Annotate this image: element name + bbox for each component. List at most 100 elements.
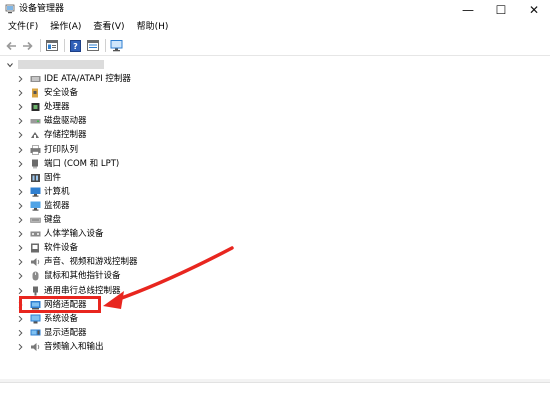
- keyboard-icon: [30, 217, 41, 223]
- tree-item-label: 通用串行总线控制器: [44, 285, 121, 296]
- print-queue-icon: [30, 144, 41, 155]
- display-adapter-icon: [30, 329, 41, 336]
- tree-item-label: 处理器: [44, 102, 70, 113]
- tree-item-security-device[interactable]: 安全设备: [0, 86, 550, 100]
- chevron-right-icon[interactable]: [16, 215, 24, 225]
- security-device-icon: [32, 88, 38, 98]
- menu-view[interactable]: 查看(V): [89, 20, 128, 35]
- chevron-right-icon[interactable]: [16, 328, 24, 338]
- chevron-right-icon[interactable]: [16, 342, 24, 352]
- tree-item-label: 人体学输入设备: [44, 229, 104, 240]
- toolbar-separator: [105, 39, 106, 52]
- tree-item-ide-controller[interactable]: IDE ATA/ATAPI 控制器: [0, 72, 550, 86]
- chevron-right-icon[interactable]: [16, 201, 24, 211]
- audio-io-icon: [31, 342, 40, 351]
- tree-item-audio[interactable]: 声音、视频和游戏控制器: [0, 255, 550, 269]
- chevron-right-icon[interactable]: [16, 159, 24, 169]
- monitor-icon: [30, 201, 41, 211]
- chevron-right-icon[interactable]: [16, 88, 24, 98]
- storage-controller-icon: [31, 132, 39, 139]
- ide-controller-icon: [30, 76, 41, 82]
- chevron-right-icon[interactable]: [16, 173, 24, 183]
- maximize-button[interactable]: ☐: [485, 0, 517, 19]
- tree-item-label: 打印队列: [44, 144, 79, 155]
- close-button[interactable]: ✕: [518, 0, 550, 19]
- properties-icon: [45, 40, 58, 51]
- hid-icon: [30, 231, 41, 237]
- tree-item-label: 计算机: [44, 186, 70, 197]
- menu-bar: 文件(F) 操作(A) 查看(V) 帮助(H): [0, 19, 550, 36]
- port-icon: [32, 159, 38, 169]
- tree-item-computer[interactable]: 计算机: [0, 185, 550, 199]
- window-title: 设备管理器: [19, 4, 65, 14]
- back-button[interactable]: [3, 38, 18, 53]
- mouse-icon: [32, 271, 39, 281]
- chevron-right-icon[interactable]: [16, 271, 24, 281]
- tree-item-label: 显示适配器: [44, 327, 87, 338]
- tree-item-label: 端口 (COM 和 LPT): [44, 158, 120, 169]
- menu-help[interactable]: 帮助(H): [133, 20, 173, 35]
- tree-item-storage-controller[interactable]: 存储控制器: [0, 128, 550, 142]
- tree-item-keyboard[interactable]: 键盘: [0, 213, 550, 227]
- tree-item-processor[interactable]: 处理器: [0, 100, 550, 114]
- tree-item-display-adapter[interactable]: 显示适配器: [0, 326, 550, 340]
- tree-item-firmware[interactable]: 固件: [0, 171, 550, 185]
- help-button[interactable]: ?: [68, 38, 83, 53]
- firmware-icon: [31, 173, 40, 182]
- tree-item-print-queue[interactable]: 打印队列: [0, 143, 550, 157]
- tree-item-mouse[interactable]: 鼠标和其他指针设备: [0, 269, 550, 283]
- tree-item-label: 磁盘驱动器: [44, 116, 87, 127]
- audio-icon: [31, 258, 40, 267]
- chevron-right-icon[interactable]: [16, 187, 24, 197]
- help-icon: ?: [70, 39, 81, 52]
- update-driver-button[interactable]: [85, 38, 100, 53]
- back-arrow-icon: [5, 41, 16, 50]
- tree-item-system-device[interactable]: 系统设备: [0, 312, 550, 326]
- toolbar-separator: [40, 39, 41, 52]
- tree-item-hid[interactable]: 人体学输入设备: [0, 227, 550, 241]
- tree-item-label: 音频输入和输出: [44, 341, 104, 352]
- chevron-down-icon[interactable]: [6, 60, 14, 70]
- properties-button[interactable]: [44, 38, 59, 53]
- disk-drive-icon: [30, 119, 41, 124]
- tree-item-label: 声音、视频和游戏控制器: [44, 257, 138, 268]
- annotation-highlight-box: [19, 296, 101, 313]
- status-bar: [0, 382, 550, 401]
- tree-item-disk-drive[interactable]: 磁盘驱动器: [0, 114, 550, 128]
- tree-item-label: 监视器: [44, 200, 70, 211]
- menu-file[interactable]: 文件(F): [4, 20, 42, 35]
- device-manager-icon: [5, 4, 15, 14]
- software-device-icon: [31, 243, 39, 253]
- chevron-right-icon[interactable]: [16, 145, 24, 155]
- update-driver-icon: [86, 40, 99, 51]
- chevron-right-icon[interactable]: [16, 229, 24, 239]
- chevron-right-icon[interactable]: [16, 116, 24, 126]
- chevron-right-icon[interactable]: [16, 102, 24, 112]
- chevron-right-icon[interactable]: [16, 286, 24, 296]
- toolbar: ?: [0, 36, 550, 56]
- chevron-right-icon[interactable]: [16, 130, 24, 140]
- minimize-button[interactable]: —: [452, 0, 484, 19]
- forward-button[interactable]: [20, 38, 35, 53]
- tree-item-port[interactable]: 端口 (COM 和 LPT): [0, 157, 550, 171]
- scan-hardware-icon: [110, 39, 123, 51]
- minimize-icon: —: [462, 2, 474, 17]
- tree-root[interactable]: [0, 58, 550, 72]
- obscured-computer-name: [18, 60, 104, 69]
- maximize-icon: ☐: [495, 2, 507, 17]
- svg-text:?: ?: [73, 42, 78, 51]
- tree-item-label: 键盘: [44, 215, 62, 225]
- chevron-right-icon[interactable]: [16, 314, 24, 324]
- tree-item-software-device[interactable]: 软件设备: [0, 241, 550, 255]
- scan-hardware-button[interactable]: [109, 38, 124, 53]
- menu-action[interactable]: 操作(A): [46, 20, 85, 35]
- chevron-right-icon[interactable]: [16, 74, 24, 84]
- forward-arrow-icon: [22, 41, 33, 50]
- tree-item-label: 软件设备: [44, 243, 79, 254]
- tree-item-label: IDE ATA/ATAPI 控制器: [44, 74, 131, 84]
- chevron-right-icon[interactable]: [16, 257, 24, 267]
- computer-icon: [30, 187, 41, 197]
- chevron-right-icon[interactable]: [16, 243, 24, 253]
- tree-item-monitor[interactable]: 监视器: [0, 199, 550, 213]
- tree-item-audio-io[interactable]: 音频输入和输出: [0, 340, 550, 354]
